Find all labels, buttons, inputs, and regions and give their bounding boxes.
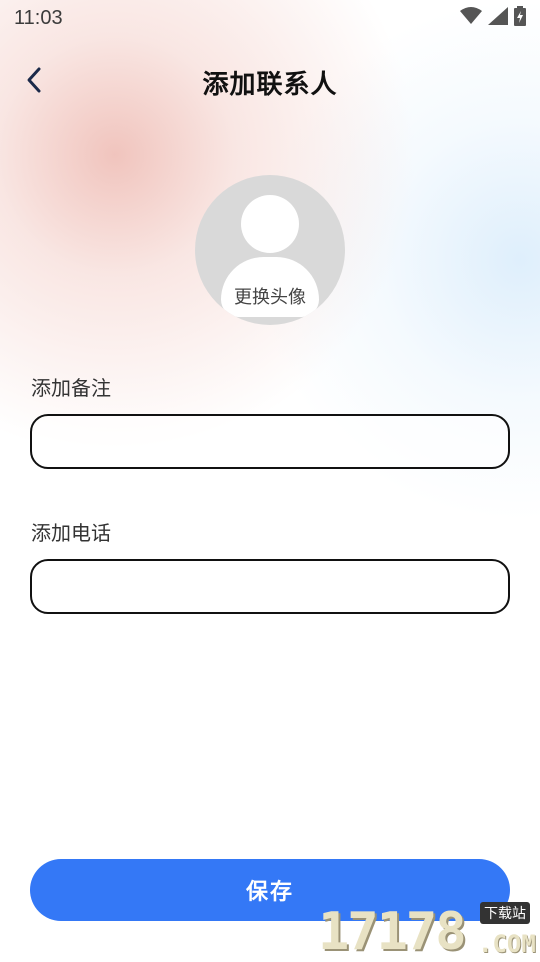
save-button-label: 保存 xyxy=(245,880,294,905)
status-icons xyxy=(460,6,526,30)
avatar-change-button[interactable]: 更换头像 xyxy=(195,175,345,325)
avatar-head xyxy=(241,195,299,253)
remark-field[interactable] xyxy=(30,414,510,469)
battery-charging-icon xyxy=(514,6,526,30)
phone-field[interactable] xyxy=(30,559,510,614)
status-time: 11:03 xyxy=(14,6,63,29)
wifi-icon xyxy=(460,7,482,29)
phone-input[interactable] xyxy=(32,561,508,612)
watermark-logo: 17178 下载站 .COM xyxy=(318,900,540,962)
back-button[interactable] xyxy=(18,66,50,98)
watermark-digits: 17178 xyxy=(318,902,467,962)
chevron-left-icon xyxy=(25,66,43,98)
page-title: 添加联系人 xyxy=(202,69,338,100)
status-bar: 11:03 xyxy=(0,0,540,36)
watermark-tag: 下载站 xyxy=(480,902,530,924)
avatar-change-label: 更换头像 xyxy=(234,287,306,308)
phone-label: 添加电话 xyxy=(31,521,111,545)
signal-icon xyxy=(488,7,508,29)
background-gradient xyxy=(0,0,540,960)
header: 添加联系人 xyxy=(0,52,540,112)
remark-input[interactable] xyxy=(32,416,508,467)
remark-label: 添加备注 xyxy=(31,376,111,400)
watermark-domain: .COM xyxy=(478,930,536,958)
